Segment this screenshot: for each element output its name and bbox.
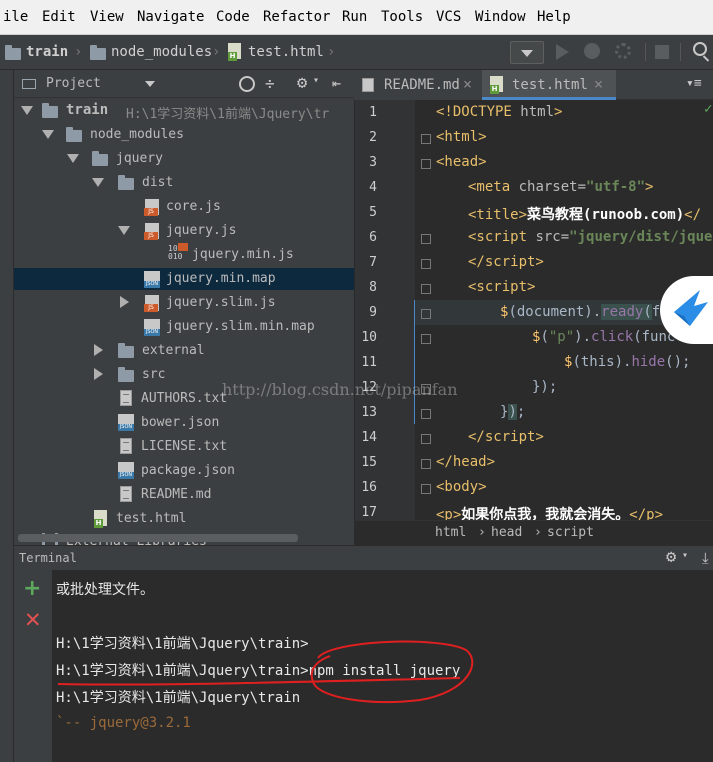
underline-annotation (57, 677, 461, 686)
watermark: http://blog.csdn.net/pipanfan (222, 380, 458, 399)
circle-annotation (310, 640, 474, 703)
